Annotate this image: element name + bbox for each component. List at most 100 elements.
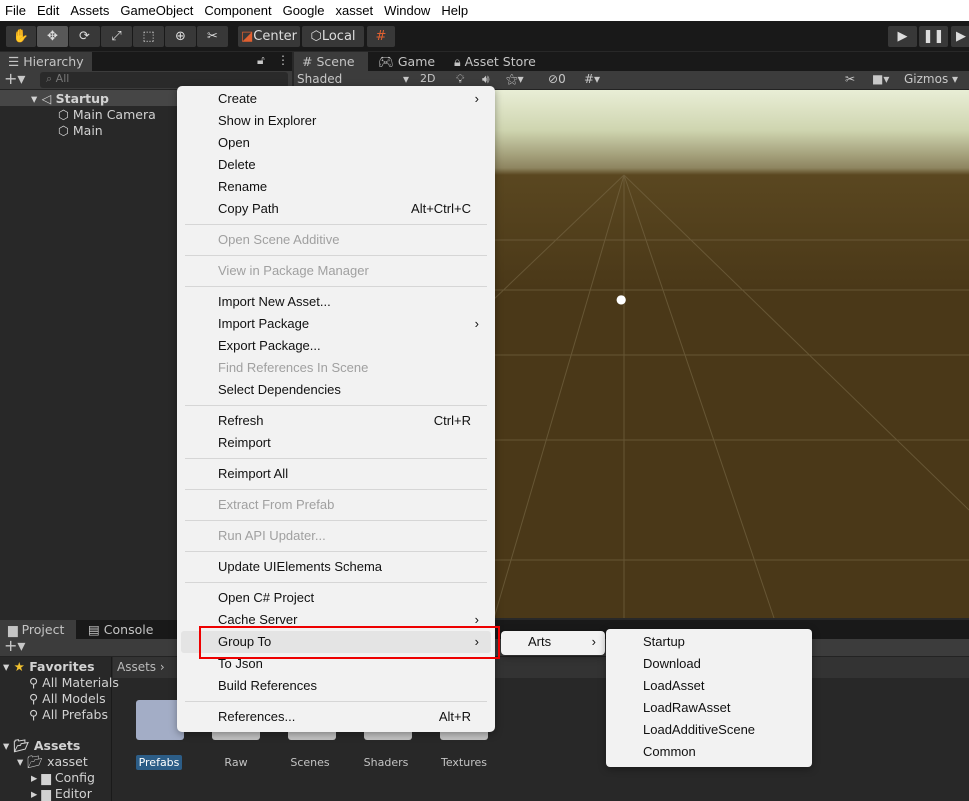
audio-icon[interactable]: 🔊︎: [482, 72, 490, 87]
tree-editor[interactable]: ▸ ▆ Editor: [31, 786, 92, 801]
hand-tool-icon[interactable]: ✋: [6, 26, 36, 47]
menu-item-loadadditivescene[interactable]: LoadAdditiveScene: [606, 719, 812, 741]
menu-item-import-package[interactable]: Import Package ›: [181, 313, 491, 335]
menu-item-export-package[interactable]: Export Package...: [181, 335, 491, 357]
fav-all-models[interactable]: ⚲ All Models: [29, 691, 106, 706]
folder-label-shaders[interactable]: Shaders: [351, 756, 421, 769]
menu-item-open[interactable]: Open: [181, 132, 491, 154]
rect-tool-icon[interactable]: ⬚: [133, 26, 164, 47]
menu-xasset[interactable]: xasset: [331, 0, 380, 21]
menu-item-label: Open C# Project: [218, 590, 315, 605]
tree-xasset[interactable]: ▾ 📂︎ xasset: [17, 754, 88, 770]
star-icon: ★: [13, 659, 25, 674]
camera-gizmo-icon[interactable]: ●: [616, 292, 626, 306]
menu-item-build-references[interactable]: Build References: [181, 675, 491, 697]
effects-icon[interactable]: ⚝▾: [506, 72, 524, 87]
scale-tool-icon[interactable]: ⤢: [101, 26, 132, 47]
pivot-center-button[interactable]: ◪ Center: [238, 26, 300, 47]
menu-item-label: Update UIElements Schema: [218, 559, 383, 574]
hierarchy-tabbar: ☰ Hierarchy 🔓︎ ⋮: [0, 52, 292, 71]
menu-item-references[interactable]: References... Alt+R: [181, 706, 491, 728]
tab-asset-store[interactable]: 🔒︎ Asset Store: [446, 52, 544, 71]
menu-item-loadrawasset[interactable]: LoadRawAsset: [606, 697, 812, 719]
assets-item[interactable]: ▾ 📂︎ Assets: [3, 738, 80, 754]
menu-item-startup[interactable]: Startup: [606, 631, 812, 653]
folder-label-textures[interactable]: Textures: [429, 756, 499, 769]
grid-icon[interactable]: #▾: [584, 72, 600, 86]
menu-item-shortcut: Alt+R: [438, 709, 471, 724]
step-button[interactable]: ▶: [951, 26, 969, 47]
custom-tool-icon[interactable]: ✂: [197, 26, 228, 47]
folder-label-prefabs[interactable]: Prefabs: [135, 755, 183, 770]
folder-label-scenes[interactable]: Scenes: [275, 756, 345, 769]
hierarchy-item-main-camera[interactable]: ⬡ Main Camera: [58, 107, 156, 122]
menu-item-label: Run API Updater...: [218, 528, 326, 543]
hidden-objects-icon[interactable]: ⊘0: [548, 72, 566, 86]
menu-edit[interactable]: Edit: [32, 0, 65, 21]
camera-icon[interactable]: ■▾: [872, 72, 889, 86]
tab-scene[interactable]: # Scene: [294, 52, 368, 71]
menu-item-arts[interactable]: Arts ›: [501, 631, 605, 653]
menu-assets[interactable]: Assets: [65, 0, 115, 21]
menu-help[interactable]: Help: [436, 0, 474, 21]
menu-google[interactable]: Google: [278, 0, 331, 21]
menu-item-delete[interactable]: Delete: [181, 154, 491, 176]
2d-toggle[interactable]: 2D: [420, 72, 435, 85]
add-icon[interactable]: +▾: [4, 69, 25, 88]
tools-icon[interactable]: ✂: [845, 72, 855, 86]
lock-icon[interactable]: 🔓︎: [257, 53, 265, 68]
lighting-icon[interactable]: 💡︎: [456, 72, 464, 87]
menu-window[interactable]: Window: [379, 0, 436, 21]
menu-item-label: Cache Server: [218, 612, 298, 627]
add-icon[interactable]: +▾: [4, 636, 25, 655]
menu-item-download[interactable]: Download: [606, 653, 812, 675]
hidden-count: 0: [558, 72, 566, 86]
snap-icon[interactable]: #: [367, 26, 395, 47]
menu-item-open-scene-additive: Open Scene Additive: [181, 229, 491, 251]
pause-button[interactable]: ❚❚: [919, 26, 948, 47]
menu-item-reimport-all[interactable]: Reimport All: [181, 463, 491, 485]
menu-item-loadasset[interactable]: LoadAsset: [606, 675, 812, 697]
menu-item-reimport[interactable]: Reimport: [181, 432, 491, 454]
scene-item[interactable]: ▾ ◁ Startup: [31, 91, 109, 106]
shading-mode-dropdown[interactable]: Shaded ▾: [297, 72, 417, 86]
menu-item-copy-path[interactable]: Copy Path Alt+Ctrl+C: [181, 198, 491, 220]
menu-item-select-dependencies[interactable]: Select Dependencies: [181, 379, 491, 401]
rotate-tool-icon[interactable]: ⟳: [69, 26, 100, 47]
menu-item-show-in-explorer[interactable]: Show in Explorer: [181, 110, 491, 132]
play-button[interactable]: ▶: [888, 26, 917, 47]
transform-tool-icon[interactable]: ⊕: [165, 26, 196, 47]
menu-separator: [177, 697, 495, 706]
menu-component[interactable]: Component: [199, 0, 277, 21]
tab-console[interactable]: ▤ Console: [80, 620, 161, 639]
menu-gameobject[interactable]: GameObject: [115, 0, 199, 21]
menu-item-common[interactable]: Common: [606, 741, 812, 763]
move-tool-icon[interactable]: ✥: [37, 26, 68, 47]
menu-item-create[interactable]: Create ›: [181, 88, 491, 110]
menu-item-update-uielements-schema[interactable]: Update UIElements Schema: [181, 556, 491, 578]
hierarchy-item-main[interactable]: ⬡ Main: [58, 123, 103, 138]
breadcrumb-assets[interactable]: Assets: [117, 660, 156, 674]
menu-item-open-c-project[interactable]: Open C# Project: [181, 587, 491, 609]
pivot-icon: ◪: [240, 29, 254, 44]
tab-game[interactable]: 🎮︎ Game: [370, 52, 443, 71]
menu-item-refresh[interactable]: Refresh Ctrl+R: [181, 410, 491, 432]
menu-item-import-new-asset[interactable]: Import New Asset...: [181, 291, 491, 313]
tree-config[interactable]: ▸ ▆ Config: [31, 770, 95, 785]
more-icon[interactable]: ⋮: [277, 53, 289, 67]
fav-all-prefabs[interactable]: ⚲ All Prefabs: [29, 707, 108, 722]
menu-item-label: Delete: [218, 157, 256, 172]
menu-item-extract-from-prefab: Extract From Prefab: [181, 494, 491, 516]
menu-item-view-in-package-manager: View in Package Manager: [181, 260, 491, 282]
menu-file[interactable]: File: [0, 0, 32, 21]
menu-item-rename[interactable]: Rename: [181, 176, 491, 198]
folder-label-raw[interactable]: Raw: [201, 756, 271, 769]
menu-item-label: Export Package...: [218, 338, 321, 353]
favorites-label: Favorites: [29, 659, 95, 674]
pivot-local-button[interactable]: ⬡ Local: [302, 26, 364, 47]
fav-all-materials[interactable]: ⚲ All Materials: [29, 675, 119, 690]
gizmos-dropdown[interactable]: Gizmos ▾: [904, 72, 958, 86]
favorites-item[interactable]: ▾ ★ Favorites: [3, 659, 95, 674]
menu-item-label: Show in Explorer: [218, 113, 317, 128]
tab-label: Scene: [316, 54, 355, 69]
